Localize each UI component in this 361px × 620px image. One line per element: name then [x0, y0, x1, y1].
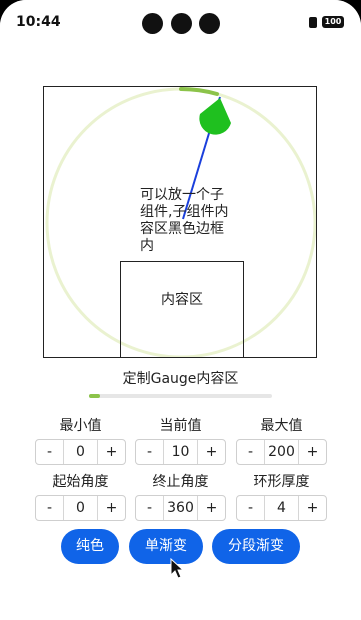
min-value-increment-button[interactable]: + [98, 440, 125, 464]
start-angle-field[interactable]: 0 [63, 496, 98, 520]
camera-cutout-icon [171, 13, 192, 34]
current-value-label: 当前值 [159, 418, 202, 434]
current-value-stepper: - 10 + [135, 439, 226, 465]
start-angle-increment-button[interactable]: + [98, 496, 125, 520]
max-value-control: 最大值 - 200 + [236, 416, 327, 465]
value-progress-bar [89, 394, 272, 398]
min-value-decrement-button[interactable]: - [36, 440, 63, 464]
ring-thickness-field[interactable]: 4 [264, 496, 299, 520]
min-value-stepper: - 0 + [35, 439, 126, 465]
end-angle-increment-button[interactable]: + [198, 496, 225, 520]
ring-thickness-stepper: - 4 + [236, 495, 327, 521]
content-area-label: 内容区 [161, 292, 203, 308]
alert-icon [309, 17, 317, 28]
end-angle-stepper: - 360 + [135, 495, 226, 521]
start-angle-control: 起始角度 - 0 + [35, 472, 126, 521]
max-value-decrement-button[interactable]: - [237, 440, 264, 464]
min-value-label: 最小值 [59, 418, 102, 434]
ring-thickness-label: 环形厚度 [253, 474, 310, 490]
min-value-control: 最小值 - 0 + [35, 416, 126, 465]
max-value-label: 最大值 [260, 418, 303, 434]
max-value-increment-button[interactable]: + [299, 440, 326, 464]
max-value-stepper: - 200 + [236, 439, 327, 465]
start-angle-stepper: - 0 + [35, 495, 126, 521]
end-angle-decrement-button[interactable]: - [136, 496, 163, 520]
page-title: 定制Gauge内容区 [122, 371, 239, 387]
gauge-content-area: 内容区 [120, 261, 244, 357]
end-angle-field[interactable]: 360 [163, 496, 198, 520]
min-value-field[interactable]: 0 [63, 440, 98, 464]
start-angle-decrement-button[interactable]: - [36, 496, 63, 520]
ring-thickness-increment-button[interactable]: + [299, 496, 326, 520]
current-value-control: 当前值 - 10 + [135, 416, 226, 465]
phone-screen: 10:44 100 可以放一个子组件,子组件内容区黑色边框内 内容区 定制Gau… [0, 0, 361, 620]
current-value-field[interactable]: 10 [163, 440, 198, 464]
ring-thickness-decrement-button[interactable]: - [237, 496, 264, 520]
gauge-indicator-icon [199, 98, 231, 135]
camera-cutout-icon [142, 13, 163, 34]
mouse-cursor-icon [170, 558, 184, 579]
end-angle-control: 终止角度 - 360 + [135, 472, 226, 521]
value-progress-fill [89, 394, 100, 398]
status-time: 10:44 [16, 14, 61, 30]
segment-gradient-button[interactable]: 分段渐变 [212, 529, 300, 564]
camera-cutout-icon [199, 13, 220, 34]
end-angle-label: 终止角度 [152, 474, 209, 490]
current-value-decrement-button[interactable]: - [136, 440, 163, 464]
gauge-container: 可以放一个子组件,子组件内容区黑色边框内 内容区 [43, 86, 317, 358]
current-value-increment-button[interactable]: + [198, 440, 225, 464]
gauge-description: 可以放一个子组件,子组件内容区黑色边框内 [140, 187, 229, 254]
single-gradient-button[interactable]: 单渐变 [129, 529, 203, 564]
app-content: 可以放一个子组件,子组件内容区黑色边框内 内容区 定制Gauge内容区 最小值 … [0, 46, 361, 620]
gauge-progress-arc [179, 87, 219, 96]
start-angle-label: 起始角度 [52, 474, 109, 490]
status-bar: 10:44 100 [0, 0, 361, 46]
solid-color-button[interactable]: 纯色 [61, 529, 119, 564]
ring-thickness-control: 环形厚度 - 4 + [236, 472, 327, 521]
max-value-field[interactable]: 200 [264, 440, 299, 464]
battery-icon: 100 [322, 16, 344, 28]
